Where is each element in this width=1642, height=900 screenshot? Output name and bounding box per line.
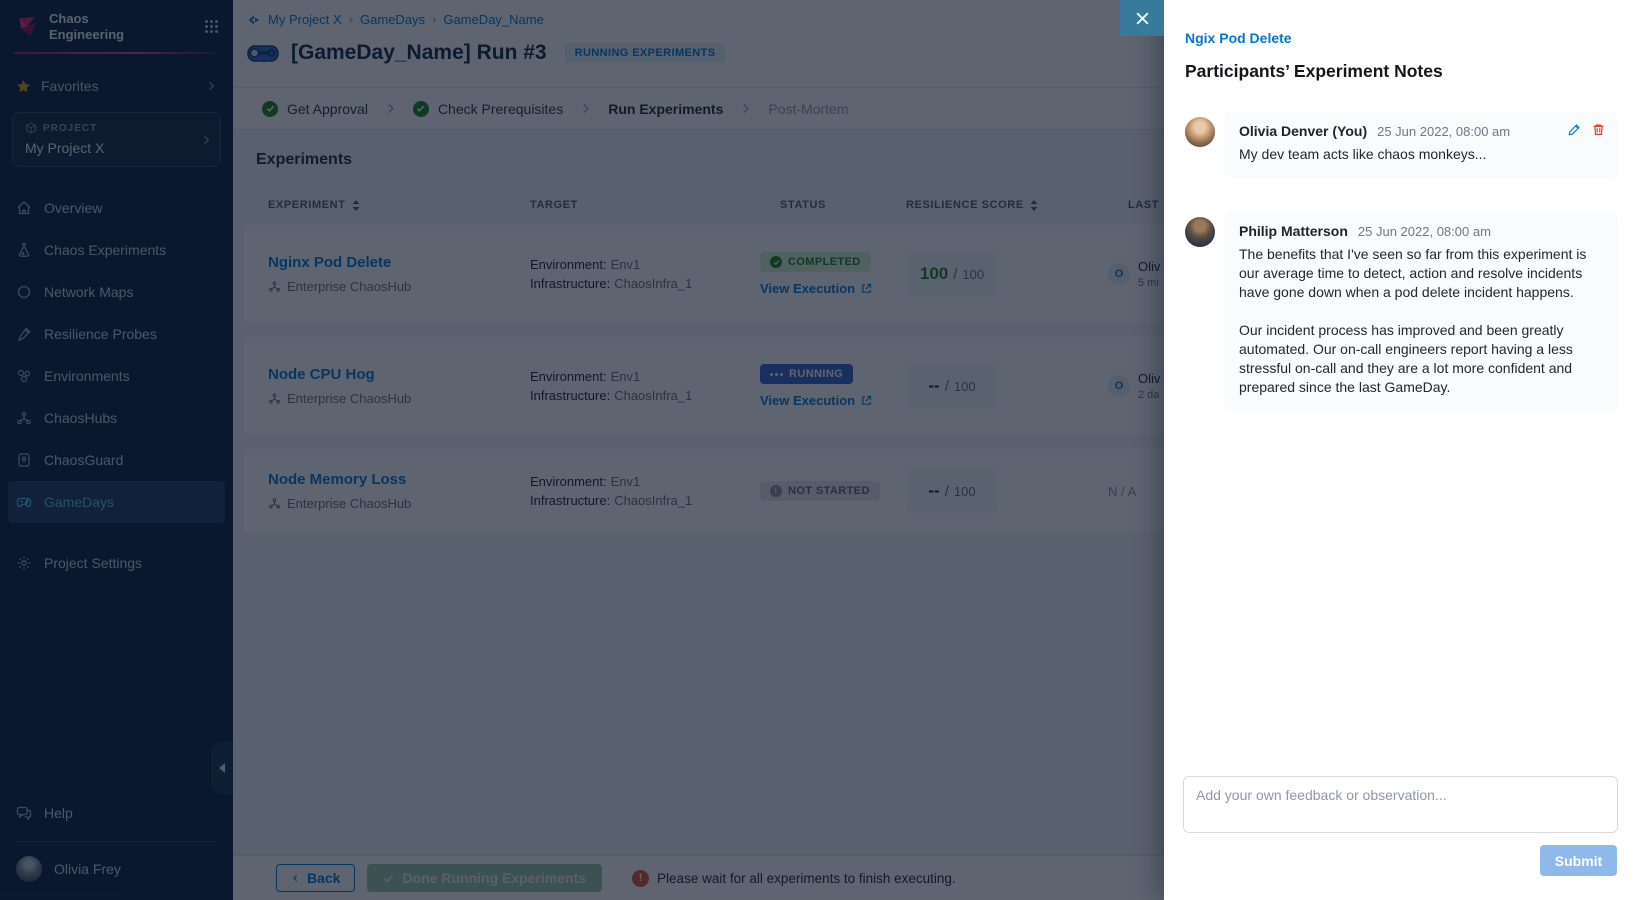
- avatar: [1185, 117, 1215, 147]
- comment-card: Philip Matterson 25 Jun 2022, 08:00 am T…: [1224, 211, 1618, 411]
- comment: Philip Matterson 25 Jun 2022, 08:00 am T…: [1185, 211, 1618, 411]
- comment-text: Our incident process has improved and be…: [1239, 321, 1603, 397]
- comment-text: My dev team acts like chaos monkeys...: [1239, 145, 1603, 164]
- comment-timestamp: 25 Jun 2022, 08:00 am: [1358, 224, 1491, 239]
- feedback-composer: [1183, 776, 1618, 838]
- comment-author: Philip Matterson: [1239, 223, 1348, 239]
- close-icon: [1135, 11, 1150, 26]
- comments-list: Olivia Denver (You) 25 Jun 2022, 08:00 a…: [1185, 111, 1618, 411]
- drawer-experiment-link[interactable]: Ngix Pod Delete: [1185, 30, 1618, 46]
- feedback-input[interactable]: [1183, 776, 1618, 833]
- edit-pencil-icon[interactable]: [1568, 123, 1581, 136]
- comment: Olivia Denver (You) 25 Jun 2022, 08:00 a…: [1185, 111, 1618, 178]
- comment-text: The benefits that I've seen so far from …: [1239, 245, 1603, 302]
- drawer-title: Participants’ Experiment Notes: [1185, 61, 1618, 82]
- avatar: [1185, 217, 1215, 247]
- submit-button[interactable]: Submit: [1540, 845, 1617, 876]
- comment-author: Olivia Denver (You): [1239, 123, 1367, 139]
- experiment-notes-drawer: Ngix Pod Delete Participants’ Experiment…: [1164, 0, 1642, 900]
- comment-timestamp: 25 Jun 2022, 08:00 am: [1377, 124, 1510, 139]
- comment-card: Olivia Denver (You) 25 Jun 2022, 08:00 a…: [1224, 111, 1618, 178]
- delete-trash-icon[interactable]: [1592, 123, 1605, 136]
- close-button[interactable]: [1120, 0, 1164, 36]
